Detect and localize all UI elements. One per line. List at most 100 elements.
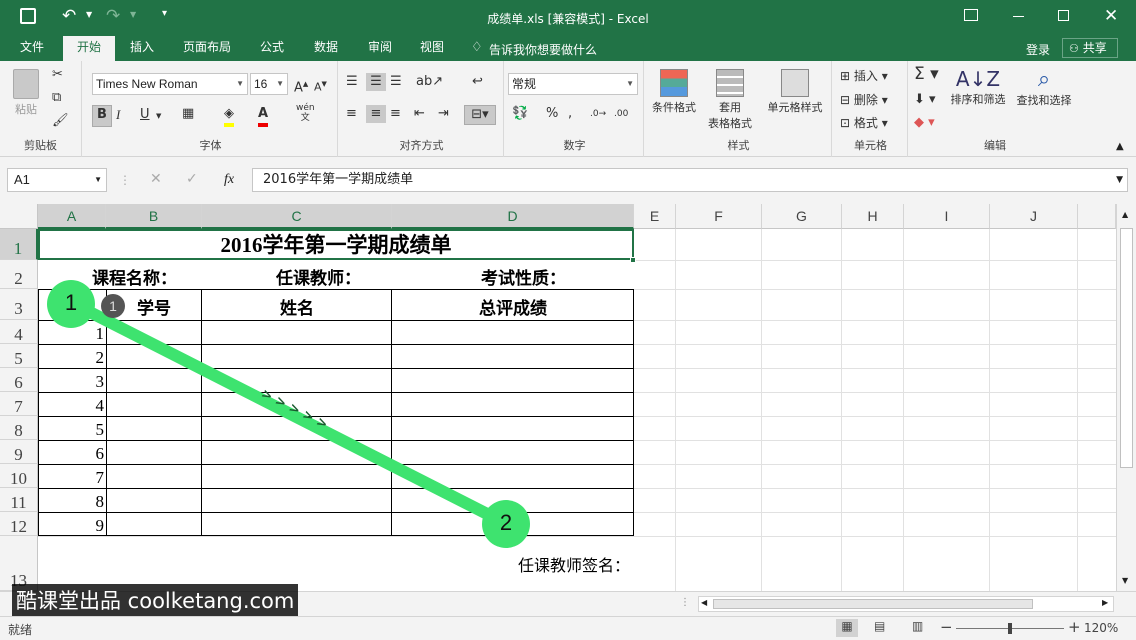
phonetic-icon[interactable]: wén 文 xyxy=(296,103,315,123)
decrease-decimal-icon[interactable]: .00 xyxy=(614,105,628,123)
tell-me-box[interactable]: 告诉我你想要做什么 xyxy=(489,41,597,58)
lightbulb-icon[interactable]: ♢ xyxy=(471,40,483,55)
border-icon[interactable]: ▦ xyxy=(182,105,194,123)
format-as-table-icon xyxy=(716,69,744,97)
enter-icon[interactable]: ✓ xyxy=(186,171,198,187)
autosum-icon[interactable]: Σ ▾ xyxy=(914,65,939,83)
vertical-scrollbar[interactable]: ▲ ▼ xyxy=(1116,204,1136,591)
increase-indent-icon[interactable]: ⇥ xyxy=(438,105,449,123)
formula-input[interactable]: 2016学年第一学期成绩单 ▼ xyxy=(252,168,1128,192)
page-break-view-icon[interactable]: ▥ xyxy=(912,619,923,633)
cancel-icon[interactable]: ✕ xyxy=(150,171,162,187)
paste-button[interactable]: 粘贴 xyxy=(6,67,46,129)
align-middle-icon[interactable]: ☰ xyxy=(366,73,386,91)
align-center-icon[interactable]: ≡ xyxy=(366,105,386,123)
increase-decimal-icon[interactable]: .0→ xyxy=(590,105,606,123)
chevron-down-icon: ▼ xyxy=(626,79,634,88)
align-left-icon[interactable]: ≡ xyxy=(346,105,357,123)
wrap-text-icon[interactable]: ↩ xyxy=(472,73,483,91)
tab-formulas[interactable]: 公式 xyxy=(248,36,296,61)
formula-content: 2016学年第一学期成绩单 xyxy=(263,172,414,187)
fill-color-icon[interactable]: ◈ xyxy=(224,105,234,127)
scroll-right-icon[interactable]: ▶ xyxy=(1102,598,1108,607)
conditional-formatting-icon xyxy=(660,69,688,97)
ribbon-display-options-icon[interactable] xyxy=(964,9,978,21)
font-color-icon[interactable]: A xyxy=(258,105,269,127)
conditional-formatting-button[interactable]: 条件格式 xyxy=(648,67,700,115)
tab-home[interactable]: 开始 xyxy=(63,36,115,61)
zoom-slider[interactable] xyxy=(956,623,1064,634)
font-name-combo[interactable]: Times New Roman ▼ xyxy=(92,73,248,95)
align-bottom-icon[interactable]: ☰ xyxy=(390,73,402,91)
tab-page-layout[interactable]: 页面布局 xyxy=(172,36,242,61)
collapse-ribbon-icon[interactable]: ▲ xyxy=(1116,141,1124,152)
sort-filter-button[interactable]: A↓Z 排序和筛选 xyxy=(946,67,1010,107)
currency-icon[interactable]: 💱 xyxy=(512,105,528,123)
chevron-down-icon: ▼ xyxy=(276,79,284,88)
tab-data[interactable]: 数据 xyxy=(302,36,350,61)
sign-in-link[interactable]: 登录 xyxy=(1026,41,1050,58)
cell-styles-label: 单元格样式 xyxy=(767,101,823,114)
tab-insert[interactable]: 插入 xyxy=(118,36,166,61)
tab-review[interactable]: 审阅 xyxy=(356,36,404,61)
decrease-font-icon[interactable]: A▼ xyxy=(314,75,327,97)
decrease-indent-icon[interactable]: ⇤ xyxy=(414,105,425,123)
drag-path-overlay xyxy=(66,297,511,529)
font-label: 字体 xyxy=(199,139,222,152)
horizontal-scrollbar[interactable]: ◀ ▶ xyxy=(698,596,1114,612)
find-select-button[interactable]: ⌕ 查找和选择 xyxy=(1012,67,1076,108)
vertical-scroll-thumb[interactable] xyxy=(1120,228,1133,468)
bold-button[interactable]: B xyxy=(92,105,112,127)
horizontal-scroll-thumb[interactable] xyxy=(713,599,1033,609)
merge-center-icon[interactable]: ⊟▾ xyxy=(464,105,496,125)
name-box[interactable]: A1 ▼ xyxy=(7,168,107,192)
insert-function-button[interactable]: fx xyxy=(224,172,234,188)
font-size-combo[interactable]: 16 ▼ xyxy=(250,73,288,95)
format-cells-label: 格式 xyxy=(853,116,878,130)
minimize-icon[interactable] xyxy=(1013,16,1024,17)
scroll-up-icon[interactable]: ▲ xyxy=(1122,210,1128,219)
zoom-level[interactable]: 120% xyxy=(1084,621,1118,635)
number-format-combo[interactable]: 常规 ▼ xyxy=(508,73,638,95)
delete-cells-button[interactable]: ⊟ 删除 ▾ xyxy=(840,91,888,109)
cell-styles-button[interactable]: 单元格样式 xyxy=(762,67,828,115)
normal-view-icon[interactable]: ▦ xyxy=(836,619,858,637)
align-right-icon[interactable]: ≡ xyxy=(390,105,401,123)
underline-button[interactable]: U xyxy=(140,106,150,124)
clear-icon[interactable]: ◆ ▾ xyxy=(914,114,935,132)
copy-icon[interactable]: ⧉ xyxy=(52,89,61,107)
cut-icon[interactable]: ✂ xyxy=(52,66,63,84)
fill-icon[interactable]: ⬇ ▾ xyxy=(914,91,936,109)
close-icon[interactable]: ✕ xyxy=(1104,6,1118,26)
increase-font-icon[interactable]: A▲ xyxy=(294,75,308,97)
format-painter-icon[interactable]: 🖌 xyxy=(52,112,69,130)
page-layout-view-icon[interactable]: ▤ xyxy=(874,619,885,633)
magnifier-icon: ⌕ xyxy=(1037,67,1051,92)
zoom-slider-thumb[interactable] xyxy=(1008,623,1012,634)
underline-dropdown-icon[interactable]: ▼ xyxy=(156,107,161,125)
insert-cells-label: 插入 xyxy=(853,69,878,83)
zoom-in-icon[interactable]: + xyxy=(1068,618,1081,636)
italic-button[interactable]: I xyxy=(116,106,120,124)
scroll-left-icon[interactable]: ◀ xyxy=(701,598,707,607)
maximize-icon[interactable] xyxy=(1058,10,1069,21)
expand-formula-icon[interactable]: ▼ xyxy=(1116,169,1123,191)
share-button[interactable]: ⚇ 共享 xyxy=(1062,38,1118,58)
orientation-icon[interactable]: ab↗ xyxy=(416,73,443,91)
font-size-value: 16 xyxy=(254,77,268,91)
percent-button[interactable]: % xyxy=(546,105,558,123)
sort-filter-label: 排序和筛选 xyxy=(950,93,1006,106)
zoom-out-icon[interactable]: − xyxy=(940,618,953,636)
worksheet-grid[interactable]: A B C D E F G H I J 1 2 3 4 5 6 7 8 9 10… xyxy=(0,204,1136,591)
tab-view[interactable]: 视图 xyxy=(408,36,456,61)
tab-file[interactable]: 文件 xyxy=(8,36,56,61)
format-cells-button[interactable]: ⊡ 格式 ▾ xyxy=(840,114,888,132)
status-bar: 就绪 ▦ ▤ ▥ − + 120% xyxy=(0,616,1136,640)
hscroll-split-icon[interactable]: ⋮ xyxy=(680,597,690,608)
align-top-icon[interactable]: ☰ xyxy=(346,73,358,91)
format-as-table-button[interactable]: 套用 表格格式 xyxy=(704,67,756,131)
format-as-table-label-2: 表格格式 xyxy=(708,117,752,130)
comma-icon[interactable]: , xyxy=(568,105,572,123)
scroll-down-icon[interactable]: ▼ xyxy=(1122,576,1128,585)
insert-cells-button[interactable]: ⊞ 插入 ▾ xyxy=(840,67,888,85)
